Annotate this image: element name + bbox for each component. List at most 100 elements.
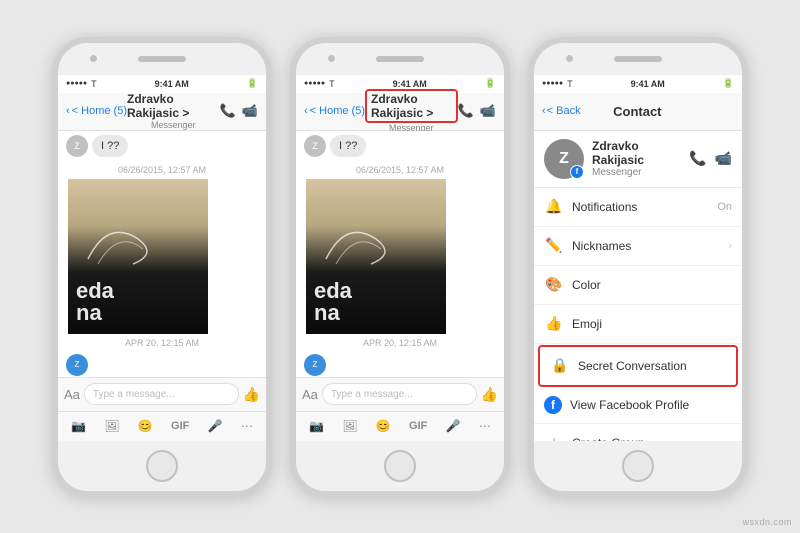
back-button-2[interactable]: ‹ < Home (5) (304, 105, 365, 117)
battery-icon-1: 🔋 (247, 78, 258, 89)
emoji-icon-1[interactable]: 😊 (138, 419, 153, 433)
camera-icon-1[interactable]: 📷 (71, 419, 86, 433)
contact-info: Zdravko Rakijasic Messenger (592, 139, 681, 178)
camera-icon-2[interactable]: 📷 (309, 419, 324, 433)
audio-icon-1[interactable]: 🎤 (208, 419, 223, 433)
speaker-3 (614, 56, 662, 62)
color-label: Color (572, 278, 732, 292)
thumb-icon-2[interactable]: 👍 (481, 386, 498, 403)
gif-icon-1[interactable]: GIF (171, 420, 189, 432)
carrier-3: T (567, 79, 573, 89)
chevron-left-icon-3: ‹ (542, 105, 546, 117)
nav-bar-contact: ‹ < Back Contact (534, 93, 742, 131)
date-label-1: 06/26/2015, 12:57 AM (58, 165, 266, 175)
aa-icon-1[interactable]: Aa (64, 387, 80, 402)
menu-item-nicknames[interactable]: ✏️ Nicknames › (534, 227, 742, 266)
image-icon-2[interactable]: 🖼 (342, 419, 357, 433)
time-3: 9:41 AM (631, 79, 665, 89)
contact-subtitle: Messenger (592, 167, 681, 178)
more-icon-1[interactable]: ⋯ (241, 419, 253, 433)
contact-header: Z f Zdravko Rakijasic Messenger 📞 📹 (534, 131, 742, 188)
phone-bottom-2 (296, 441, 504, 491)
signal-dots-1: ●●●●● (66, 80, 87, 87)
image-icon-1[interactable]: 🖼 (104, 419, 119, 433)
photo-container-2: edana (296, 179, 504, 334)
menu-item-color[interactable]: 🎨 Color (534, 266, 742, 305)
phone-icon-1[interactable]: 📞 (220, 103, 236, 119)
notifications-value: On (717, 201, 732, 213)
more-icon-2[interactable]: ⋯ (479, 419, 491, 433)
back-button-1[interactable]: ‹ < Home (5) (66, 105, 127, 117)
emoji-icon-2[interactable]: 😊 (376, 419, 391, 433)
nav-subtitle-1: Messenger (151, 120, 196, 130)
audio-icon-2[interactable]: 🎤 (446, 419, 461, 433)
speaker-2 (376, 56, 424, 62)
notifications-icon: 🔔 (544, 197, 564, 217)
nav-icons-2: 📞 📹 (458, 103, 496, 119)
chat-area-2: Z I ?? 06/26/2015, 12:57 AM edana APR 20… (296, 131, 504, 377)
home-button-1[interactable] (146, 450, 178, 482)
call-icon-3[interactable]: 📞 (689, 150, 706, 167)
screen-1: ●●●●● T 9:41 AM 🔋 ‹ < Home (5) Zdravko R… (58, 75, 266, 441)
nav-name-2: Zdravko Rakijasic > (365, 89, 458, 123)
screen-3: ●●●●● T 9:41 AM 🔋 ‹ < Back Contact Z f (534, 75, 742, 441)
battery-icon-2: 🔋 (485, 78, 496, 89)
home-button-3[interactable] (622, 450, 654, 482)
phone-top-1 (58, 43, 266, 75)
messenger-badge: f (570, 165, 584, 179)
back-label-1: < Home (5) (72, 105, 127, 117)
menu-item-facebook[interactable]: f View Facebook Profile (534, 387, 742, 424)
nav-title-contact: Contact (581, 104, 694, 119)
aa-icon-2[interactable]: Aa (302, 387, 318, 402)
message-input-2[interactable]: Type a message... (322, 383, 477, 405)
contact-action-icons: 📞 📹 (689, 150, 732, 167)
message-input-1[interactable]: Type a message... (84, 383, 239, 405)
nav-bar-2: ‹ < Home (5) Zdravko Rakijasic > Messeng… (296, 93, 504, 131)
home-button-2[interactable] (384, 450, 416, 482)
facebook-icon: f (544, 396, 562, 414)
gif-icon-2[interactable]: GIF (409, 420, 427, 432)
phone-bottom-3 (534, 441, 742, 491)
book-text-1: edana (76, 280, 114, 324)
bottom-avatar-row-2: Z (296, 352, 504, 377)
book-text-2: edana (314, 280, 352, 324)
bottom-avatar-row-1: Z (58, 352, 266, 377)
video-icon-3[interactable]: 📹 (715, 150, 732, 167)
status-bar-3: ●●●●● T 9:41 AM 🔋 (534, 75, 742, 93)
secret-lock-icon: 🔒 (550, 356, 570, 376)
book-photo-1: edana (68, 179, 208, 334)
camera-3 (566, 55, 573, 62)
menu-item-emoji[interactable]: 👍 Emoji (534, 305, 742, 344)
swirl-1 (78, 209, 158, 269)
emoji-label: Emoji (572, 317, 732, 331)
swirl-2 (316, 209, 396, 269)
bottom-date-2: APR 20, 12:15 AM (296, 338, 504, 348)
nav-name-1: Zdravko Rakijasic > (127, 92, 220, 120)
thumb-icon-1[interactable]: 👍 (243, 386, 260, 403)
message-row-2: Z I ?? (296, 131, 504, 161)
nav-bar-1: ‹ < Home (5) Zdravko Rakijasic > Messeng… (58, 93, 266, 131)
avatar-2: Z (304, 135, 326, 157)
battery-1: 🔋 (247, 78, 258, 89)
phone-icon-2[interactable]: 📞 (458, 103, 474, 119)
video-icon-2[interactable]: 📹 (480, 103, 496, 119)
chat-area-1: Z I ?? 06/26/2015, 12:57 AM edana (58, 131, 266, 377)
phone-1: ●●●●● T 9:41 AM 🔋 ‹ < Home (5) Zdravko R… (52, 37, 272, 497)
menu-section-2: 🔒 Secret Conversation f View Facebook Pr… (534, 345, 742, 441)
menu-item-secret[interactable]: 🔒 Secret Conversation (538, 345, 738, 387)
battery-3: 🔋 (723, 78, 734, 89)
contact-avatar: Z f (544, 139, 584, 179)
back-button-contact[interactable]: ‹ < Back (542, 105, 581, 117)
color-icon: 🎨 (544, 275, 564, 295)
camera-1 (90, 55, 97, 62)
menu-item-notifications[interactable]: 🔔 Notifications On (534, 188, 742, 227)
input-placeholder-2: Type a message... (331, 389, 413, 400)
nav-icons-1: 📞 📹 (220, 103, 258, 119)
speaker-1 (138, 56, 186, 62)
icon-row-2: 📷 🖼 😊 GIF 🎤 ⋯ (296, 411, 504, 441)
phone-top-3 (534, 43, 742, 75)
menu-item-create-group[interactable]: + Create Group (534, 424, 742, 441)
book-photo-2: edana (306, 179, 446, 334)
video-icon-1[interactable]: 📹 (242, 103, 258, 119)
signal-dots-3: ●●●●● (542, 80, 563, 87)
